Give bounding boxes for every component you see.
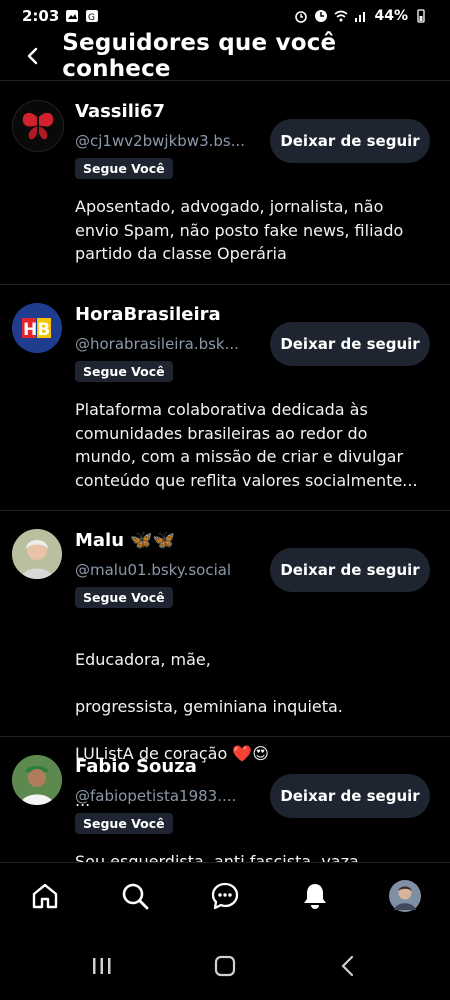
nav-search[interactable] <box>110 871 160 921</box>
avatar[interactable] <box>12 100 64 152</box>
chat-icon <box>211 882 239 910</box>
avatar[interactable] <box>12 755 62 805</box>
bio-line: progressista, geminiana inquieta. <box>75 696 343 716</box>
chevron-left-icon <box>27 47 38 65</box>
follows-you-badge: Segue Você <box>75 361 173 382</box>
user-photo-icon <box>12 529 62 579</box>
unfollow-button[interactable]: Deixar de seguir <box>270 322 430 366</box>
recents-icon <box>92 957 111 974</box>
nav-home[interactable] <box>20 871 70 921</box>
follows-you-badge: Segue Você <box>75 158 173 179</box>
translate-icon: G <box>86 10 99 23</box>
follows-you-badge: Segue Você <box>75 587 173 608</box>
bottom-nav <box>0 862 450 929</box>
user-handle: @horabrasileira.bsk... <box>75 335 239 353</box>
avatar[interactable] <box>12 529 62 579</box>
nav-profile[interactable] <box>380 871 430 921</box>
user-photo-icon <box>12 755 62 805</box>
status-time: 2:03 <box>22 7 60 25</box>
back-button[interactable] <box>18 40 48 72</box>
avatar[interactable]: HB <box>12 303 62 353</box>
signal-icon <box>355 12 366 22</box>
battery-icon <box>417 9 425 23</box>
profile-avatar <box>389 880 421 912</box>
nav-chat[interactable] <box>200 871 250 921</box>
horabrasileira-logo-icon: HB <box>12 303 62 353</box>
butterfly-avatar-icon <box>13 101 63 151</box>
svg-text:G: G <box>88 13 95 23</box>
list-item[interactable]: Vassili67 @cj1wv2bwjkbw3.bs... Segue Voc… <box>0 82 450 285</box>
list-item[interactable]: HB HoraBrasileira @horabrasileira.bsk...… <box>0 285 450 511</box>
follows-you-badge: Segue Você <box>75 813 173 834</box>
svg-text:HB: HB <box>23 320 50 340</box>
user-bio: Sou esquerdista, anti fascista, vaza... <box>75 852 375 862</box>
system-home-button[interactable] <box>213 954 237 982</box>
system-back-button[interactable] <box>336 954 360 982</box>
home-icon <box>32 883 58 909</box>
recents-button[interactable] <box>90 955 114 981</box>
bell-icon <box>304 884 326 909</box>
user-handle: @malu01.bsky.social <box>75 561 232 579</box>
page-header: Seguidores que você conhece <box>0 30 450 82</box>
system-nav-bar <box>0 935 450 1000</box>
page-title: Seguidores que você conhece <box>62 30 337 82</box>
home-button-icon <box>214 955 236 976</box>
followers-list[interactable]: Vassili67 @cj1wv2bwjkbw3.bs... Segue Voc… <box>0 82 450 862</box>
user-bio: Plataforma colaborativa dedicada às comu… <box>75 400 418 490</box>
unfollow-button[interactable]: Deixar de seguir <box>270 548 430 592</box>
list-item[interactable]: Malu 🦋🦋 @malu01.bsky.social Segue Você D… <box>0 511 450 810</box>
list-item[interactable]: Fabio Souza @fabiopetista1983.... Segue … <box>0 737 450 862</box>
unfollow-button[interactable]: Deixar de seguir <box>270 774 430 818</box>
back-icon <box>341 955 354 976</box>
battery-level: 44% <box>374 8 408 24</box>
gallery-icon <box>66 10 79 22</box>
nav-notifications[interactable] <box>290 871 340 921</box>
user-handle: @fabiopetista1983.... <box>75 787 237 805</box>
user-bio: Aposentado, advogado, jornalista, não en… <box>75 197 404 263</box>
search-icon <box>122 883 149 910</box>
wifi-icon <box>334 10 348 22</box>
user-handle: @cj1wv2bwjkbw3.bs... <box>75 132 246 150</box>
alarm-icon <box>295 11 308 23</box>
bio-line: Educadora, mãe, <box>75 649 211 669</box>
status-bar: 2:03 G 44% <box>0 0 450 32</box>
unfollow-button[interactable]: Deixar de seguir <box>270 119 430 163</box>
clock-icon <box>315 10 328 22</box>
